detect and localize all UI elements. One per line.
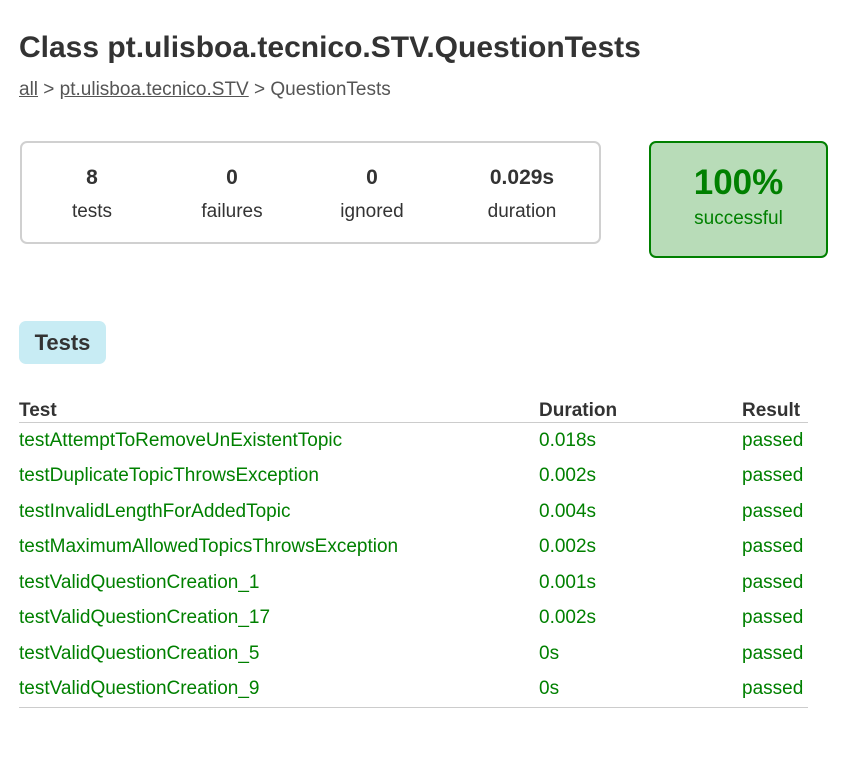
duration-label: duration <box>487 201 557 222</box>
breadcrumb-link-package[interactable]: pt.ulisboa.tecnico.STV <box>60 79 249 100</box>
test-duration: 0.002s <box>539 465 597 487</box>
test-result: passed <box>742 607 804 629</box>
report-content: Class pt.ulisboa.tecnico.STV.QuestionTes… <box>0 0 860 759</box>
tests-counter: 8 tests <box>62 163 122 227</box>
table-header-row: Test Duration Result <box>19 396 808 423</box>
test-result: passed <box>742 571 804 593</box>
table-row: testAttemptToRemoveUnExistentTopic 0.018… <box>19 423 808 459</box>
table-row: testMaximumAllowedTopicsThrowsException … <box>19 530 808 566</box>
table-row: testDuplicateTopicThrowsException 0.002s… <box>19 459 808 495</box>
breadcrumb-current: QuestionTests <box>270 79 391 100</box>
table-row: testValidQuestionCreation_5 0s passed <box>19 636 808 672</box>
summary-box: 8 tests 0 failures 0 ignored 0.029s dura… <box>20 141 601 244</box>
test-duration: 0s <box>539 671 742 708</box>
ignored-counter: 0 ignored <box>332 163 412 227</box>
test-result: passed <box>742 500 804 522</box>
test-result: passed <box>742 642 804 664</box>
failures-label: failures <box>201 201 263 222</box>
test-name: testDuplicateTopicThrowsException <box>19 465 319 487</box>
test-duration: 0s <box>539 642 560 664</box>
test-name: testAttemptToRemoveUnExistentTopic <box>19 429 343 451</box>
ignored-count: 0 <box>366 166 378 189</box>
success-rate-box: 100% successful <box>649 141 828 258</box>
test-name: testValidQuestionCreation_5 <box>19 642 260 664</box>
failures-count: 0 <box>226 166 238 189</box>
test-duration: 0.018s <box>539 429 597 451</box>
tests-label: tests <box>71 201 113 222</box>
table-row: testValidQuestionCreation_1 0.001s passe… <box>19 565 808 601</box>
table-row: testInvalidLengthForAddedTopic 0.004s pa… <box>19 494 808 530</box>
test-name: testValidQuestionCreation_9 <box>19 671 539 708</box>
test-duration: 0.001s <box>539 571 597 593</box>
table-row: testValidQuestionCreation_17 0.002s pass… <box>19 601 808 637</box>
success-label: successful <box>694 208 783 229</box>
test-result: passed <box>742 429 804 451</box>
tests-table: Test Duration Result testAttemptToRemove… <box>19 396 808 708</box>
breadcrumb-link-all[interactable]: all <box>19 79 38 100</box>
duration-value: 0.029s <box>489 166 555 189</box>
table-row: testValidQuestionCreation_9 0s passed <box>19 671 808 708</box>
breadcrumb: all > pt.ulisboa.tecnico.STV > QuestionT… <box>19 78 391 102</box>
test-name: testMaximumAllowedTopicsThrowsException <box>19 536 399 558</box>
column-header-test: Test <box>19 396 539 423</box>
tab-tests[interactable]: Tests <box>19 321 106 364</box>
column-header-result: Result <box>742 396 808 423</box>
breadcrumb-separator: > <box>248 79 271 100</box>
test-duration: 0.002s <box>539 607 597 629</box>
tests-count: 8 <box>86 166 98 189</box>
test-result: passed <box>742 465 804 487</box>
test-name: testValidQuestionCreation_17 <box>19 607 271 629</box>
success-percent: 100% <box>693 163 784 202</box>
duration-counter: 0.029s duration <box>477 163 567 227</box>
page-title: Class pt.ulisboa.tecnico.STV.QuestionTes… <box>19 31 641 64</box>
breadcrumb-separator: > <box>38 79 60 100</box>
test-result: passed <box>742 536 804 558</box>
ignored-label: ignored <box>340 201 404 222</box>
test-duration: 0.004s <box>539 500 597 522</box>
test-duration: 0.002s <box>539 536 597 558</box>
test-result: passed <box>742 671 808 708</box>
test-name: testInvalidLengthForAddedTopic <box>19 500 291 522</box>
test-name: testValidQuestionCreation_1 <box>19 571 260 593</box>
failures-counter: 0 failures <box>190 163 274 227</box>
column-header-duration: Duration <box>539 396 742 423</box>
